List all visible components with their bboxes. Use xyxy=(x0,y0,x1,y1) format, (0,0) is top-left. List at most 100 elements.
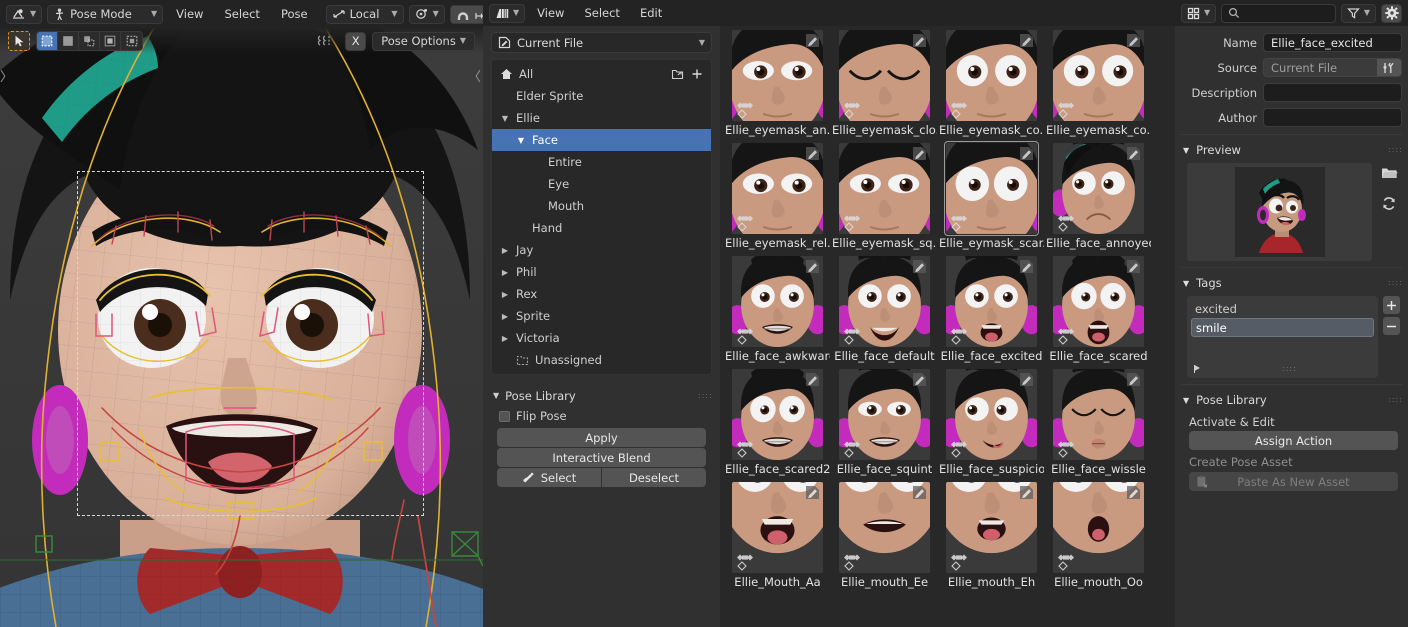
chevron-right-icon[interactable]: ▶ xyxy=(500,334,510,343)
source-tool-button[interactable] xyxy=(1377,59,1401,76)
asset-item[interactable]: Ellie_mouth_Oo xyxy=(1045,482,1152,589)
asset-item[interactable]: Ellie_face_default xyxy=(831,256,938,363)
catalog-row-entire[interactable]: Entire xyxy=(492,151,711,173)
pivot-point-selector[interactable]: ▼ xyxy=(409,5,445,24)
viewport-menu-view[interactable]: View xyxy=(168,5,211,23)
tag-list-resize-grip[interactable]: :::: xyxy=(1282,366,1294,372)
catalog-row-phil[interactable]: ▶Phil xyxy=(492,261,711,283)
editor-type-selector[interactable]: ▼ xyxy=(6,5,42,24)
filter-arrow-icon[interactable] xyxy=(1193,364,1204,374)
asset-item[interactable]: Ellie_eymask_scar... xyxy=(938,143,1045,250)
sidebar-pose-library-header[interactable]: ▼ Pose Library :::: xyxy=(1181,389,1402,411)
viewport-menu-pose[interactable]: Pose xyxy=(273,5,316,23)
asset-item[interactable]: Ellie_eyemask_co... xyxy=(938,30,1045,137)
plus-icon[interactable] xyxy=(691,68,703,80)
asset-thumbnail[interactable] xyxy=(839,369,930,460)
active-tool-button[interactable] xyxy=(8,31,30,51)
select-mode-subtract[interactable] xyxy=(79,32,100,50)
add-tag-button[interactable] xyxy=(1383,296,1400,314)
panel-drag-grip[interactable]: :::: xyxy=(1388,280,1400,286)
asset-thumbnail[interactable] xyxy=(732,256,823,347)
asset-item[interactable]: Ellie_face_excited xyxy=(938,256,1045,363)
tags-panel-header[interactable]: ▼ Tags :::: xyxy=(1181,272,1402,294)
catalog-row-jay[interactable]: ▶Jay xyxy=(492,239,711,261)
select-bones-button[interactable]: Select xyxy=(497,468,601,487)
asset-thumbnail[interactable] xyxy=(732,369,823,460)
deselect-bones-button[interactable]: Deselect xyxy=(602,468,706,487)
select-mode-set[interactable] xyxy=(37,32,58,50)
catalog-row-elder-sprite[interactable]: Elder Sprite xyxy=(492,85,711,107)
asset-thumbnail[interactable] xyxy=(946,143,1037,234)
asset-item[interactable]: Ellie_eyemask_co... xyxy=(1045,30,1152,137)
catalog-row-ellie[interactable]: ▼Ellie xyxy=(492,107,711,129)
catalog-row-face[interactable]: ▼Face xyxy=(492,129,711,151)
remove-tag-button[interactable] xyxy=(1383,317,1400,335)
browser-pose-library-header[interactable]: ▼ Pose Library :::: xyxy=(491,385,712,406)
chevron-right-icon[interactable]: ▶ xyxy=(500,312,510,321)
asset-thumbnail[interactable] xyxy=(839,482,930,573)
viewport-left-sidebar-toggle-icon[interactable]: 〉 xyxy=(0,66,13,85)
browser-menu-select[interactable]: Select xyxy=(576,4,627,22)
assign-action-button[interactable]: Assign Action xyxy=(1189,431,1398,450)
apply-pose-button[interactable]: Apply xyxy=(497,428,706,447)
pose-options-button[interactable]: Pose Options ▼ xyxy=(372,32,475,51)
asset-item[interactable]: Ellie_face_annoyed xyxy=(1045,143,1152,250)
mode-selector[interactable]: Pose Mode ▼ xyxy=(47,5,163,24)
asset-thumbnail[interactable] xyxy=(946,256,1037,347)
filter-button[interactable]: ▼ xyxy=(1341,4,1376,23)
mirror-x-toggle[interactable]: X xyxy=(345,32,366,51)
new-catalog-icon[interactable] xyxy=(671,68,684,80)
preview-image-box[interactable] xyxy=(1187,163,1372,261)
catalog-row-sprite[interactable]: ▶Sprite xyxy=(492,305,711,327)
asset-thumbnail[interactable] xyxy=(732,30,823,121)
asset-thumbnail[interactable] xyxy=(839,143,930,234)
viewport-menu-select[interactable]: Select xyxy=(216,5,267,23)
asset-thumbnail[interactable] xyxy=(946,482,1037,573)
flip-pose-checkbox[interactable] xyxy=(499,411,510,422)
catalog-row-eye[interactable]: Eye xyxy=(492,173,711,195)
interactive-blend-button[interactable]: Interactive Blend xyxy=(497,448,706,467)
asset-item[interactable]: Ellie_eyemask_an... xyxy=(724,30,831,137)
asset-thumbnail[interactable] xyxy=(1053,143,1144,234)
select-mode-intersect[interactable] xyxy=(121,32,142,50)
asset-item[interactable]: Ellie_mouth_Ee xyxy=(831,482,938,589)
preview-load-button[interactable] xyxy=(1378,161,1400,185)
asset-thumbnail[interactable] xyxy=(732,482,823,573)
tag-item[interactable]: excited xyxy=(1187,299,1378,318)
snapping-controls[interactable]: ▼ xyxy=(450,5,483,24)
display-mode-selector[interactable]: ▼ xyxy=(1181,4,1216,23)
asset-thumbnail[interactable] xyxy=(1053,369,1144,460)
browser-menu-edit[interactable]: Edit xyxy=(632,4,670,22)
catalog-row-all[interactable]: All xyxy=(492,63,711,85)
transform-orientation-selector[interactable]: Local ▼ xyxy=(326,5,404,24)
preview-refresh-button[interactable] xyxy=(1378,191,1400,215)
panel-drag-grip[interactable]: :::: xyxy=(1388,147,1400,153)
author-input[interactable] xyxy=(1263,108,1402,127)
asset-item[interactable]: Ellie_face_wissle xyxy=(1045,369,1152,476)
select-mode-group[interactable] xyxy=(36,31,143,51)
asset-thumbnail[interactable] xyxy=(839,256,930,347)
viewport-render[interactable] xyxy=(0,0,483,627)
asset-thumbnail[interactable] xyxy=(946,369,1037,460)
asset-item[interactable]: Ellie_eyemask_clo... xyxy=(831,30,938,137)
asset-item[interactable]: Ellie_face_squint xyxy=(831,369,938,476)
bone-xray-toggle[interactable] xyxy=(317,34,339,48)
description-input[interactable] xyxy=(1263,83,1402,102)
asset-library-selector[interactable]: Current File ▼ xyxy=(491,32,712,53)
asset-item[interactable]: Ellie_face_scared2 xyxy=(724,369,831,476)
asset-thumbnail[interactable] xyxy=(732,143,823,234)
asset-item[interactable]: Ellie_mouth_Eh xyxy=(938,482,1045,589)
chevron-down-icon[interactable]: ▼ xyxy=(516,136,526,145)
catalog-row-unassigned[interactable]: Unassigned xyxy=(492,349,711,371)
asset-thumbnail[interactable] xyxy=(839,30,930,121)
chevron-right-icon[interactable]: ▶ xyxy=(500,290,510,299)
panel-drag-grip[interactable]: :::: xyxy=(698,393,710,399)
catalog-row-victoria[interactable]: ▶Victoria xyxy=(492,327,711,349)
tag-list[interactable]: excitedsmile :::: xyxy=(1187,296,1378,378)
browser-editor-type-selector[interactable]: ▼ xyxy=(489,4,525,23)
asset-thumbnail[interactable] xyxy=(1053,256,1144,347)
chevron-right-icon[interactable]: ▶ xyxy=(500,246,510,255)
search-input[interactable] xyxy=(1221,4,1336,23)
chevron-down-icon[interactable]: ▼ xyxy=(500,114,510,123)
3d-viewport[interactable]: 〉 〈 ▼ Pose Mode ▼ xyxy=(0,0,483,627)
